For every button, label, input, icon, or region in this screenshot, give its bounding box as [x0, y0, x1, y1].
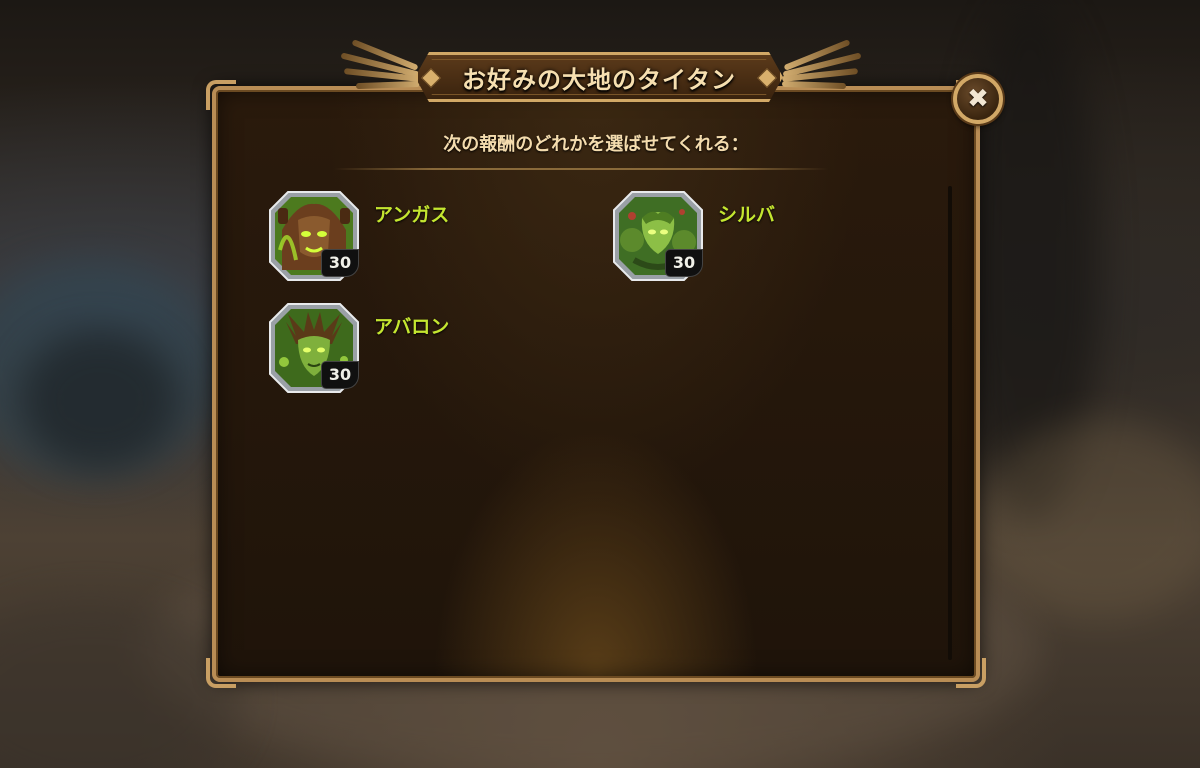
- level-badge: 30: [666, 250, 702, 276]
- hero-name: シルバ: [718, 204, 776, 226]
- dialog-subtitle: 次の報酬のどれかを選ばせてくれる：: [443, 134, 749, 155]
- hero-name: アバロン: [374, 316, 450, 338]
- level-badge: 30: [322, 250, 358, 276]
- close-button[interactable]: ✖: [953, 74, 1003, 124]
- frame-corner-ornament: [206, 80, 236, 110]
- frame-corner-ornament: [956, 658, 986, 688]
- reward-option-sylva[interactable]: 30 シルバ: [612, 190, 775, 282]
- angus-titan-portrait: 30: [268, 190, 360, 282]
- close-x-icon: ✖: [967, 84, 989, 114]
- reward-choice-dialog: 次の報酬のどれかを選ばせてくれる： 30 アンガス 30 シルバ 30 アバロン: [206, 80, 986, 688]
- dialog-title: お好みの大地のタイタン: [461, 65, 737, 94]
- hero-name: アンガス: [374, 204, 450, 226]
- scrollbar[interactable]: [948, 186, 952, 660]
- title-banner: お好みの大地のタイタン: [415, 52, 783, 102]
- reward-option-angus[interactable]: 30 アンガス: [268, 190, 449, 282]
- avalon-titan-portrait: 30: [268, 302, 360, 394]
- level-badge: 30: [322, 362, 358, 388]
- divider: [334, 168, 828, 170]
- sylva-titan-portrait: 30: [612, 190, 704, 282]
- frame-corner-ornament: [206, 658, 236, 688]
- reward-option-avalon[interactable]: 30 アバロン: [268, 302, 449, 394]
